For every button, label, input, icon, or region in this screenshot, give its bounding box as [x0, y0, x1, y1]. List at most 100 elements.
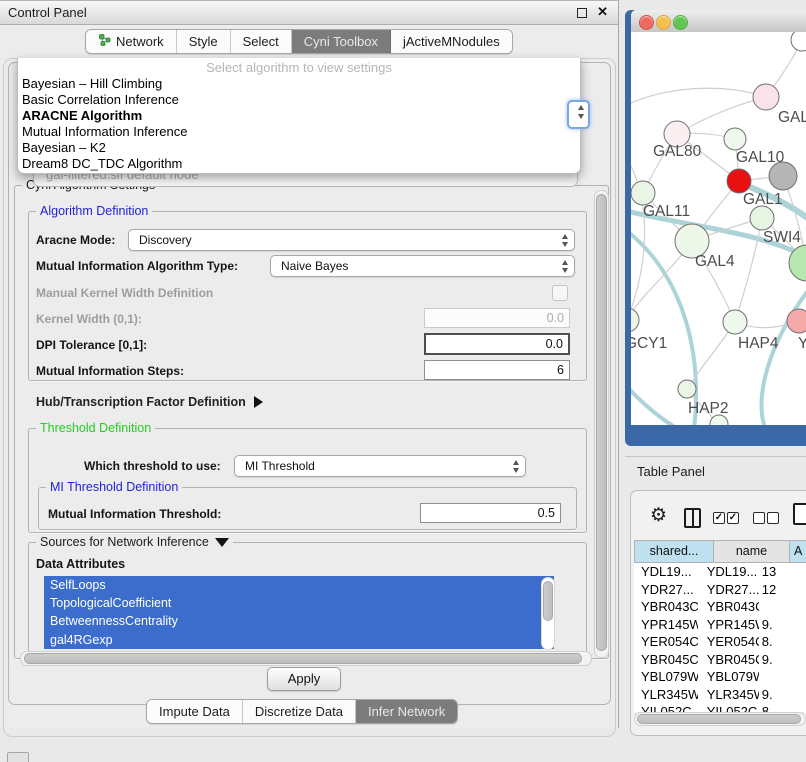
table-cell: YDL19...: [634, 563, 698, 581]
attribute-list-item[interactable]: SelfLoops: [44, 576, 554, 594]
attribute-list-item[interactable]: BetweennessCentrality: [44, 612, 554, 630]
table-cell: 12: [759, 581, 806, 599]
mi-algorithm-type-combo[interactable]: Naive Bayes: [270, 255, 575, 277]
tab-select[interactable]: Select: [231, 30, 292, 53]
tab-label: jActiveMNodules: [403, 31, 500, 53]
network-edge: [762, 284, 806, 425]
network-node[interactable]: [791, 32, 806, 51]
table-row[interactable]: YBR045CYBR045C9.: [634, 651, 806, 669]
tab-jactivemnodules[interactable]: jActiveMNodules: [391, 30, 512, 53]
close-icon[interactable]: ✕: [597, 4, 608, 20]
network-node-swi4[interactable]: [750, 206, 774, 230]
checked-checkbox-icon[interactable]: ✓: [727, 512, 739, 524]
network-node-hap4[interactable]: [723, 310, 747, 334]
network-canvas[interactable]: GALGAL80GAL10GAL1GAL11SWI4GAL4GCY1HAP4YH…: [631, 32, 806, 425]
tab-discretize-data[interactable]: Discretize Data: [243, 700, 356, 723]
algorithm-option[interactable]: Basic Correlation Inference: [18, 92, 580, 108]
algorithm-option[interactable]: Dream8 DC_TDC Algorithm: [18, 156, 580, 172]
close-traffic-light-icon[interactable]: [639, 15, 654, 30]
control-panel-window: Control Panel ✕ Network StyleSelectCyni T…: [0, 0, 619, 728]
tab-cyni-toolbox[interactable]: Cyni Toolbox: [292, 30, 391, 53]
network-node-gal1[interactable]: [727, 169, 751, 193]
expand-right-icon: [254, 396, 263, 408]
tab-impute-data[interactable]: Impute Data: [147, 700, 243, 723]
attributes-scrollbar[interactable]: [541, 577, 555, 650]
network-node[interactable]: [769, 162, 797, 190]
minimized-panel-icon[interactable]: [7, 752, 29, 762]
column-header[interactable]: name: [714, 540, 790, 563]
manual-kernel-width-checkbox[interactable]: [552, 285, 568, 301]
column-header[interactable]: A: [790, 540, 806, 563]
table-row[interactable]: YBL079WYBL079W: [634, 668, 806, 686]
aracne-mode-label: Aracne Mode:: [36, 233, 115, 247]
apply-button[interactable]: Apply: [267, 667, 341, 691]
aracne-mode-combo[interactable]: Discovery: [128, 229, 575, 251]
algorithm-option[interactable]: Bayesian – K2: [18, 140, 580, 156]
node-label: HAP2: [688, 400, 729, 417]
table-cell: YER054C: [634, 633, 698, 651]
control-panel-tabs: Network StyleSelectCyni Toolbox jActiveMNo…: [85, 29, 513, 54]
table-row[interactable]: YIL052CYIL052C8: [634, 703, 806, 712]
mi-algorithm-type-label: Mutual Information Algorithm Type:: [36, 259, 238, 273]
minimize-traffic-light-icon[interactable]: [656, 15, 671, 30]
mi-threshold-field[interactable]: [420, 503, 561, 523]
float-window-icon[interactable]: [577, 8, 587, 18]
focused-combo-spinner[interactable]: [567, 100, 590, 129]
data-attributes-list[interactable]: SelfLoopsTopologicalCoefficientBetweenne…: [44, 576, 554, 649]
settings-vertical-scrollbar[interactable]: [594, 190, 609, 658]
algorithm-placeholder: Select algorithm to view settings: [18, 58, 580, 76]
algorithm-option[interactable]: Mutual Information Inference: [18, 124, 580, 140]
algorithm-option[interactable]: Bayesian – Hill Climbing: [18, 76, 580, 92]
tab-infer-network[interactable]: Infer Network: [356, 700, 457, 723]
table-cell: YBL079W: [634, 668, 698, 686]
document-icon[interactable]: [793, 503, 806, 525]
tab-label: Network: [116, 31, 164, 53]
network-node-gal10[interactable]: [724, 128, 746, 150]
screen: Control Panel ✕ Network StyleSelectCyni T…: [0, 0, 806, 762]
sources-group-title[interactable]: Sources for Network Inference: [36, 535, 233, 549]
attribute-list-item[interactable]: gal4RGexp: [44, 631, 554, 649]
kernel-width-label: Kernel Width (0,1):: [36, 312, 142, 326]
control-panel-titlebar[interactable]: Control Panel ✕: [0, 1, 618, 25]
stepper-up-icon: [562, 260, 568, 265]
table-cell: 9.: [759, 616, 806, 634]
kernel-width-field[interactable]: [424, 308, 570, 328]
table-row[interactable]: YDR27...YDR27...12: [634, 581, 806, 599]
zoom-traffic-light-icon[interactable]: [673, 15, 688, 30]
node-label: GAL80: [653, 143, 702, 160]
table-cell: 8: [759, 703, 806, 712]
stepper-down-icon: [513, 468, 519, 473]
table-row[interactable]: YBR043CYBR043C: [634, 598, 806, 616]
mi-threshold-group-title: MI Threshold Definition: [46, 480, 182, 494]
mi-steps-field[interactable]: [424, 360, 570, 380]
table-row[interactable]: YER054CYER054C8.: [634, 633, 806, 651]
dpi-tolerance-field[interactable]: [424, 333, 570, 355]
checked-checkbox-icon[interactable]: ✓: [713, 512, 725, 524]
columns-icon[interactable]: [684, 508, 701, 528]
table-row[interactable]: YLR345WYLR345W9.: [634, 686, 806, 704]
algorithm-option[interactable]: ARACNE Algorithm: [18, 108, 580, 124]
table-cell: 8.: [759, 633, 806, 651]
tab-style[interactable]: Style: [177, 30, 231, 53]
network-node-gal11[interactable]: [631, 181, 655, 205]
attribute-list-item[interactable]: TopologicalCoefficient: [44, 594, 554, 612]
network-node-hap2[interactable]: [678, 380, 696, 398]
network-node-y[interactable]: [787, 309, 806, 333]
unchecked-checkbox-icon[interactable]: [767, 512, 779, 524]
gear-icon[interactable]: ⚙: [650, 504, 667, 527]
table-cell: YBR045C: [698, 651, 759, 669]
table-horizontal-scrollbar[interactable]: [634, 712, 806, 726]
settings-horizontal-scrollbar[interactable]: [20, 651, 592, 666]
which-threshold-combo[interactable]: MI Threshold: [234, 455, 526, 477]
hub-tf-definition-toggle[interactable]: Hub/Transcription Factor Definition: [36, 395, 263, 409]
table-row[interactable]: YPR145WYPR145W9.: [634, 616, 806, 634]
table-row[interactable]: YDL19...YDL19...13: [634, 563, 806, 581]
tab-network[interactable]: Network: [86, 30, 177, 53]
unchecked-checkbox-icon[interactable]: [753, 512, 765, 524]
network-node-gcy1[interactable]: [631, 308, 639, 332]
network-window-titlebar[interactable]: [631, 10, 806, 33]
table-cell: YBR043C: [698, 598, 759, 616]
network-node-gal[interactable]: [753, 84, 779, 110]
column-header[interactable]: shared...: [634, 540, 714, 563]
aracne-mode-value: Discovery: [139, 233, 192, 247]
